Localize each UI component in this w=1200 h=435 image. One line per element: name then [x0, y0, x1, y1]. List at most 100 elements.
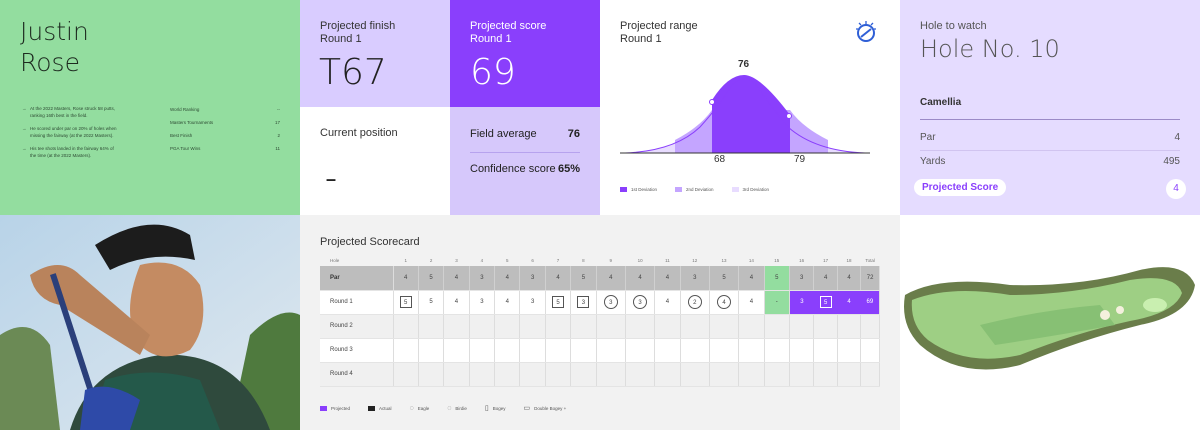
hole-to-watch-panel: Hole to watch Hole No. 10 Camellia Par 4… [900, 0, 1200, 215]
par-cell: 4 [596, 266, 626, 291]
score-cell [709, 314, 740, 339]
score-value: 3 [577, 296, 590, 308]
score-cell [469, 338, 496, 363]
projected-finish-panel: Projected finish Round 1 T67 [300, 0, 450, 107]
projected-finish-value: T67 [319, 52, 387, 93]
score-cell [654, 314, 681, 339]
scorecard-table: Hole 1 2 3 4 5 6 7 8 9 10 11 12 13 14 15 16 17 18 Total Pa… [320, 254, 880, 387]
scorecard-title: Projected Scorecard [320, 236, 420, 248]
player-info-panel: Justin Rose At the 2022 Masters, Rose st… [0, 0, 300, 215]
round-row: Round 3 [320, 338, 880, 363]
hole-header-row: Hole 1 2 3 4 5 6 7 8 9 10 11 12 13 14 15 16 17 18 Total [320, 254, 880, 266]
round-label: Round 4 [320, 362, 394, 387]
score-value: 4 [847, 299, 851, 305]
yards-label: Yards [920, 156, 946, 167]
score-cell: 4 [494, 290, 521, 315]
bell-curve-chart [620, 75, 870, 154]
score-cell [789, 362, 815, 387]
score-cell: 3 [570, 290, 597, 315]
hole-number: 11 [665, 257, 670, 263]
score-cell [764, 362, 790, 387]
player-photo [0, 215, 300, 430]
score-cell [813, 314, 838, 339]
score-cell [625, 362, 656, 387]
score-cell [443, 362, 470, 387]
player-bullet: His tee shots landed in the fairway 64% … [22, 146, 117, 159]
field-stats-panel: Field average 76 Confidence score 65% [450, 107, 600, 215]
par-cell: 3 [680, 266, 710, 291]
par-cell: 5 [570, 266, 597, 291]
par-cell: 4 [738, 266, 765, 291]
score-value: 3 [603, 295, 618, 309]
hole-number: 8 [582, 257, 585, 263]
hole-number: 2 [429, 257, 433, 263]
confidence-label: Confidence score [470, 163, 556, 175]
round-total: 69 [860, 290, 880, 315]
current-position-label: Current position [320, 127, 398, 139]
score-cell: 3 [625, 290, 656, 315]
score-value: 4 [454, 299, 459, 305]
total-header: Total [865, 257, 875, 263]
score-cell [393, 362, 419, 387]
hole-number: 5 [506, 257, 509, 263]
score-cell [837, 314, 862, 339]
score-value: 5 [552, 296, 565, 308]
projected-score-badge: 4 [1166, 179, 1186, 199]
current-position-value: – [326, 169, 337, 189]
score-cell [443, 314, 470, 339]
score-cell [393, 314, 419, 339]
projected-score-panel: Projected score Round 1 69 [450, 0, 600, 107]
score-cell [418, 314, 445, 339]
par-total: 72 [860, 266, 880, 291]
hole-number: 12 [692, 257, 698, 263]
score-value: 4 [749, 299, 754, 305]
score-cell [519, 338, 546, 363]
score-cell: 4 [709, 290, 740, 315]
par-row-label: Par [320, 266, 394, 291]
score-cell [813, 338, 838, 363]
score-cell [545, 362, 572, 387]
range-low-label: 68 [714, 154, 726, 165]
round-label: Round 2 [320, 314, 394, 339]
par-cell: 4 [494, 266, 521, 291]
field-average-label: Field average [470, 128, 537, 140]
par-cell: 4 [813, 266, 838, 291]
par-cell: 5 [418, 266, 445, 291]
score-value: 2 [687, 295, 702, 309]
player-last-name: Rose [20, 48, 80, 77]
score-cell: 4 [654, 290, 681, 315]
score-cell: 3 [596, 290, 626, 315]
score-cell [596, 314, 626, 339]
score-cell [709, 338, 740, 363]
round-total [860, 362, 880, 387]
hole-number: 9 [609, 257, 613, 263]
score-cell [738, 338, 765, 363]
score-cell [393, 338, 419, 363]
par-label: Par [920, 132, 936, 143]
hole-number: 4 [480, 257, 484, 263]
score-cell [519, 362, 546, 387]
score-cell [738, 314, 765, 339]
score-cell [813, 362, 838, 387]
range-legend: 1st Deviation 2nd Deviation 3rd Deviatio… [620, 187, 769, 192]
score-cell: 5 [418, 290, 445, 315]
score-cell: 2 [680, 290, 710, 315]
par-value: 4 [1174, 132, 1180, 143]
score-cell: 4 [738, 290, 765, 315]
score-cell [837, 362, 862, 387]
confidence-value: 65% [557, 163, 580, 175]
score-value: 3 [480, 299, 484, 305]
score-cell [545, 314, 572, 339]
score-cell: 3 [519, 290, 546, 315]
round-label: Round 3 [320, 338, 394, 363]
score-cell [625, 314, 656, 339]
score-cell [625, 338, 656, 363]
ibm-watson-icon [854, 20, 878, 44]
field-average-value: 76 [567, 128, 580, 140]
score-cell [494, 362, 521, 387]
score-cell: 4 [443, 290, 470, 315]
stat-row: Masters Tournaments 17 [170, 120, 280, 125]
hole-number: 15 [774, 257, 780, 263]
score-cell [596, 362, 626, 387]
par-cell: 5 [764, 266, 790, 291]
